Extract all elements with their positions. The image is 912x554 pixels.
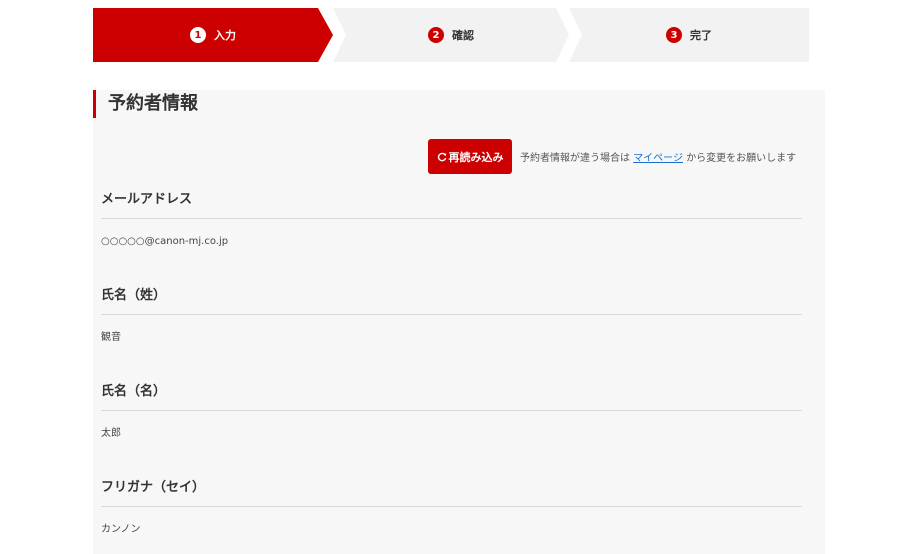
reload-icon bbox=[437, 152, 446, 161]
field-divider bbox=[101, 218, 802, 219]
reload-button-label: 再読み込み bbox=[448, 150, 504, 164]
field-label: メールアドレス bbox=[101, 192, 193, 207]
field-last-name: 氏名（姓） 観音 bbox=[101, 286, 802, 345]
reload-button[interactable]: 再読み込み bbox=[428, 139, 512, 174]
section-title: 予約者情報 bbox=[93, 90, 198, 118]
mypage-link[interactable]: マイページ bbox=[633, 153, 683, 164]
step-complete: 3 完了 bbox=[569, 8, 809, 62]
reload-row: 再読み込み 予約者情報が違う場合は マイページ から変更をお願いします bbox=[428, 139, 796, 174]
booker-info-panel: 予約者情報 再読み込み 予約者情報が違う場合は マイページ から変更をお願いしま… bbox=[93, 90, 825, 554]
step-input: 1 入力 bbox=[93, 8, 333, 62]
field-value: ○○○○○@canon-mj.co.jp bbox=[101, 236, 229, 247]
field-value: 太郎 bbox=[101, 428, 121, 439]
field-divider bbox=[101, 506, 802, 507]
field-label: 氏名（姓） bbox=[101, 288, 167, 303]
field-value: 観音 bbox=[101, 332, 121, 343]
field-email: メールアドレス ○○○○○@canon-mj.co.jp bbox=[101, 190, 802, 249]
step-number: 2 bbox=[428, 27, 444, 43]
field-furigana-last: フリガナ（セイ） カンノン bbox=[101, 478, 802, 537]
step-label: 確認 bbox=[452, 29, 474, 42]
progress-stepper: 1 入力 2 確認 3 完了 bbox=[93, 8, 809, 62]
field-label: 氏名（名） bbox=[101, 384, 167, 399]
step-number: 1 bbox=[190, 27, 206, 43]
field-label: フリガナ（セイ） bbox=[101, 480, 206, 495]
reload-note-before: 予約者情報が違う場合は bbox=[520, 153, 630, 164]
step-label: 入力 bbox=[214, 29, 236, 42]
field-divider bbox=[101, 410, 802, 411]
field-divider bbox=[101, 314, 802, 315]
step-label: 完了 bbox=[690, 29, 712, 42]
reload-note: 予約者情報が違う場合は マイページ から変更をお願いします bbox=[520, 149, 796, 164]
field-first-name: 氏名（名） 太郎 bbox=[101, 382, 802, 441]
step-confirm: 2 確認 bbox=[333, 8, 569, 62]
field-value: カンノン bbox=[101, 524, 141, 535]
step-number: 3 bbox=[666, 27, 682, 43]
reload-note-after: から変更をお願いします bbox=[686, 153, 797, 164]
